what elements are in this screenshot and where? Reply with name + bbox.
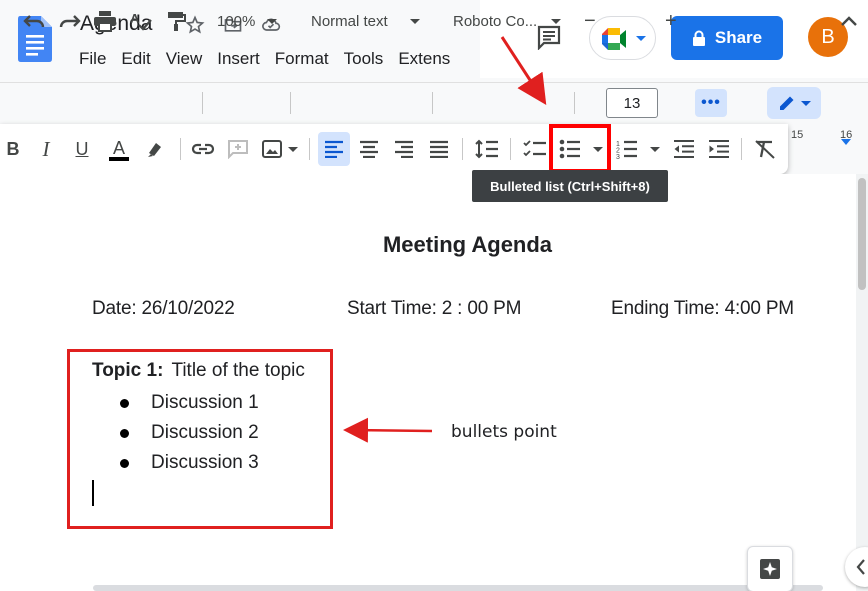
annotation-arrow-to-bullets	[343, 417, 433, 443]
annotation-box-bulleted-list	[549, 124, 611, 173]
annotation-arrow-to-button	[500, 36, 547, 106]
annotation-arrows	[343, 36, 547, 443]
chevron-left-icon	[856, 559, 865, 575]
horizontal-scrollbar[interactable]	[93, 585, 823, 591]
bulleted-list-tooltip: Bulleted list (Ctrl+Shift+8)	[472, 170, 668, 202]
explore-button[interactable]	[747, 546, 793, 591]
scrollbar-thumb[interactable]	[858, 178, 866, 290]
explore-icon	[760, 559, 780, 579]
